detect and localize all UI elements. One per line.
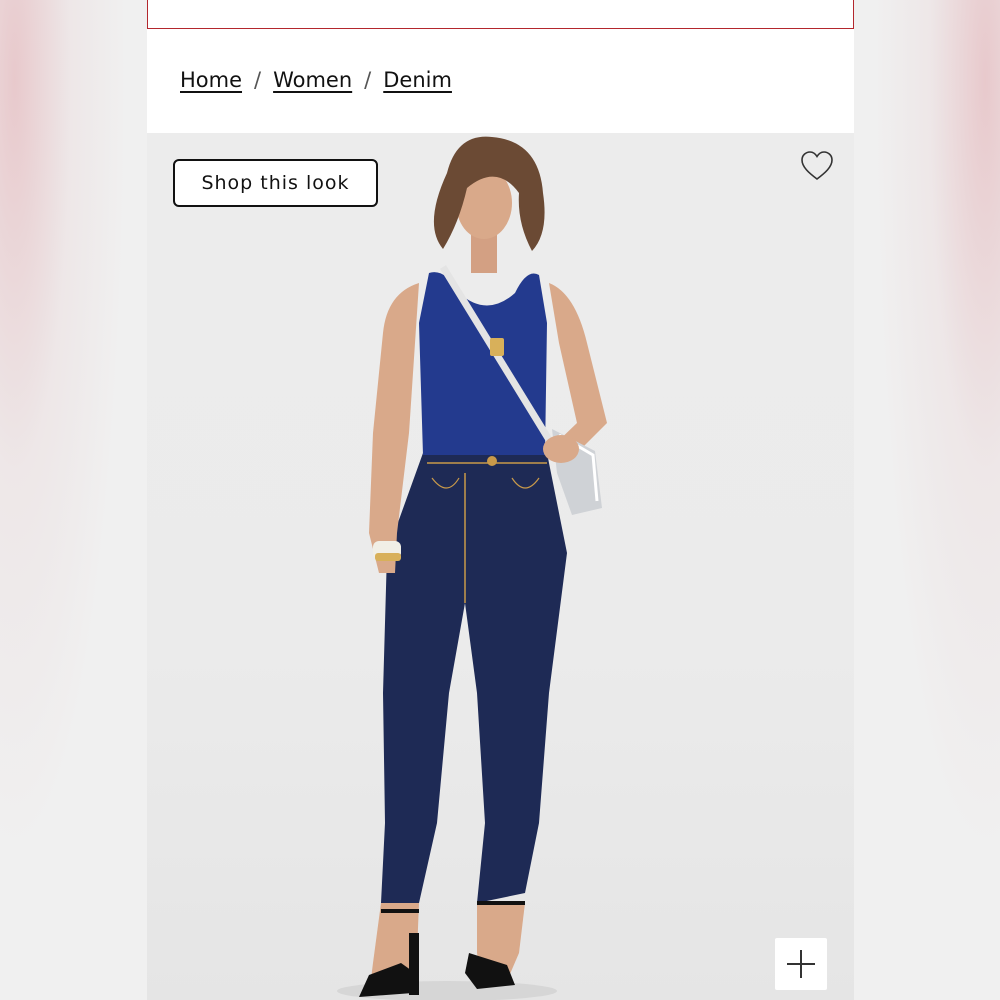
plus-icon	[787, 950, 815, 978]
breadcrumb-separator: /	[254, 68, 262, 92]
zoom-button[interactable]	[775, 938, 827, 990]
promo-banner[interactable]	[147, 0, 854, 29]
breadcrumb: Home / Women / Denim	[180, 68, 452, 92]
breadcrumb-denim-link[interactable]: Denim	[383, 68, 452, 92]
wishlist-button[interactable]	[799, 149, 835, 183]
product-image[interactable]: Shop this look	[147, 133, 854, 1000]
shop-this-look-button[interactable]: Shop this look	[173, 159, 378, 207]
right-backdrop	[854, 0, 1000, 1000]
breadcrumb-women-link[interactable]: Women	[273, 68, 352, 92]
product-page: Home / Women / Denim Shop this look	[147, 0, 854, 1000]
breadcrumb-separator: /	[364, 68, 372, 92]
left-backdrop	[0, 0, 147, 1000]
breadcrumb-home-link[interactable]: Home	[180, 68, 242, 92]
heart-icon	[801, 151, 833, 181]
model-photo	[337, 136, 607, 1000]
